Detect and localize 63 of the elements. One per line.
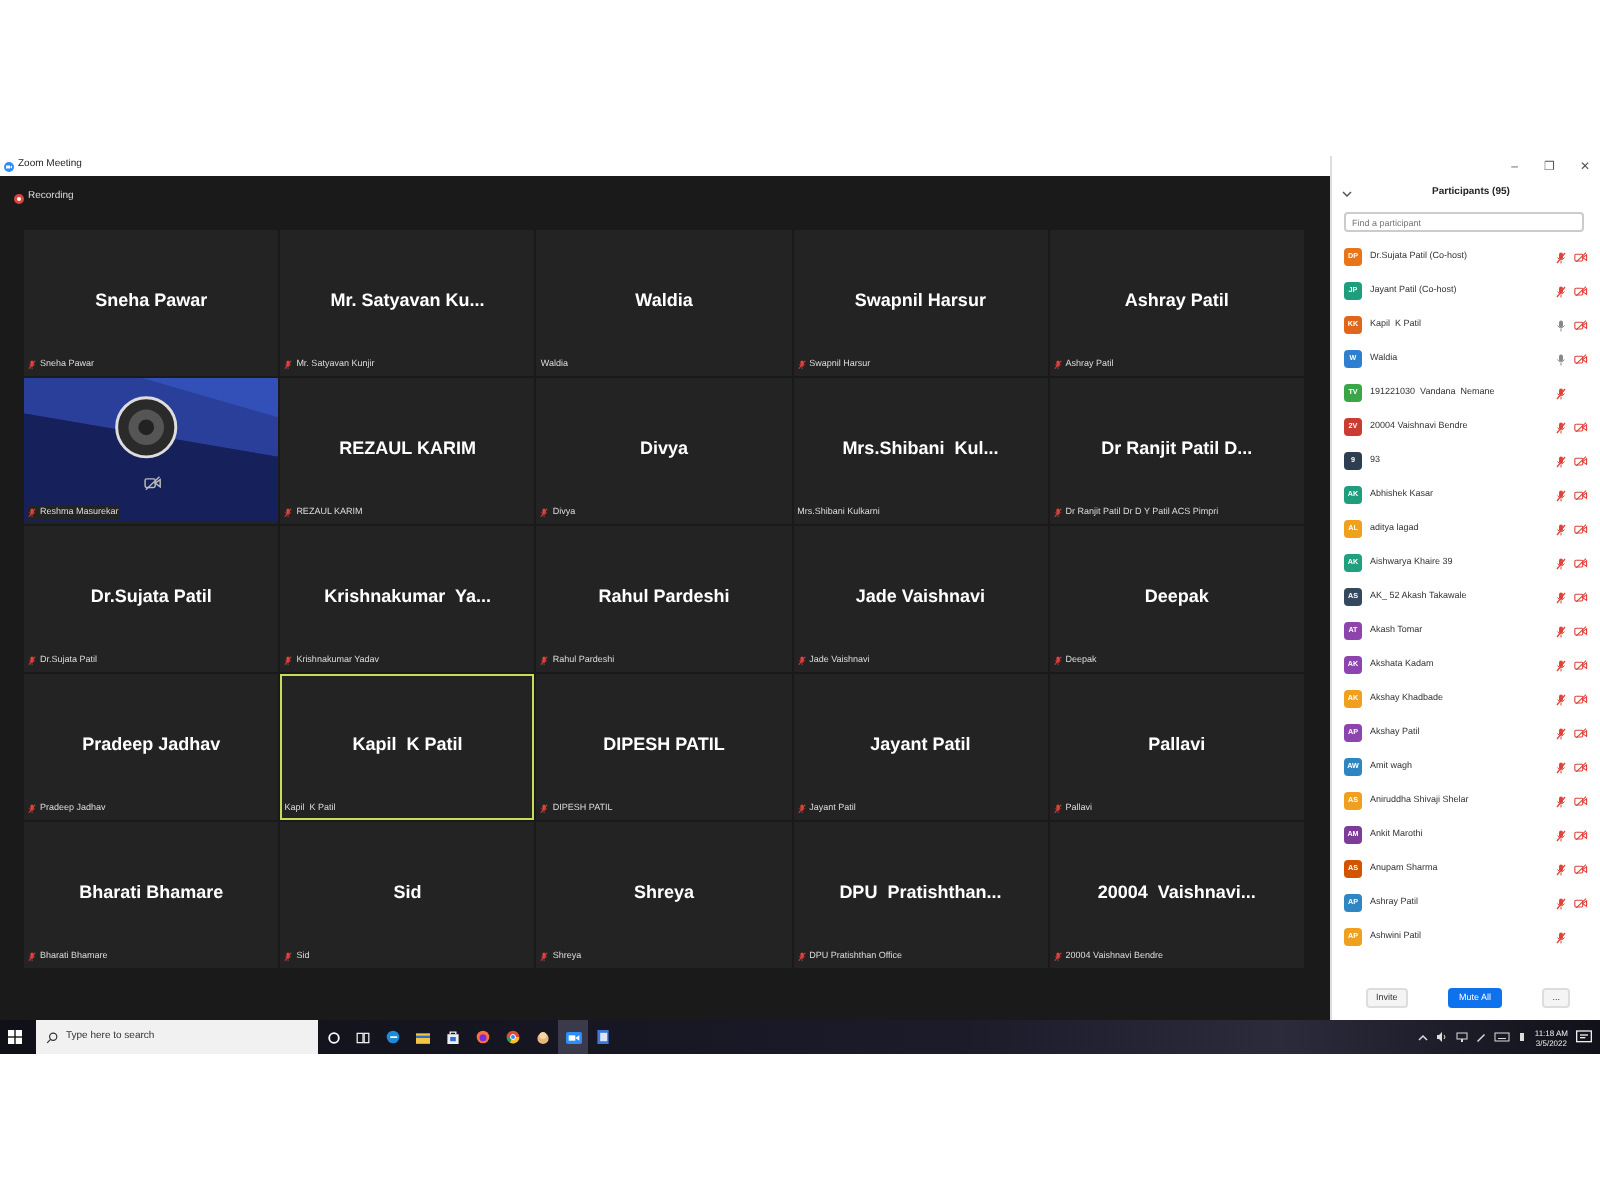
muted-mic-icon <box>28 656 36 667</box>
participant-name: Pallavi <box>1148 731 1206 758</box>
muted-mic-icon <box>1053 508 1062 519</box>
collapse-icon[interactable] <box>1342 190 1352 198</box>
muted-mic-icon <box>28 804 36 815</box>
muted-mic-icon <box>1053 952 1062 963</box>
participant-name: Jade Vaishnavi <box>855 583 985 610</box>
muted-mic-icon <box>540 804 549 815</box>
windows-start-icon[interactable] <box>8 1030 22 1044</box>
participant-name: Mr. Satyavan Ku... <box>330 287 485 314</box>
participant-name: Deepak <box>1144 583 1209 610</box>
participant-name: Mrs.Shibani Kul... <box>842 435 999 462</box>
keyboard-icon[interactable] <box>1494 1032 1511 1042</box>
document-icon[interactable] <box>596 1030 610 1044</box>
muted-mic-icon <box>28 360 36 371</box>
pen-icon[interactable] <box>1476 1032 1487 1042</box>
participant-name: Shreya <box>633 879 694 906</box>
muted-mic-icon <box>540 656 549 667</box>
muted-mic-icon <box>284 360 293 371</box>
store-bag-icon[interactable] <box>446 1030 460 1044</box>
muted-mic-icon <box>1053 656 1062 667</box>
participant-name: Pradeep Jadhav <box>82 731 221 758</box>
app-icon[interactable] <box>536 1030 550 1044</box>
search-icon <box>46 1031 58 1043</box>
recording-icon <box>14 193 24 203</box>
network-icon[interactable] <box>1456 1032 1469 1042</box>
muted-mic-icon <box>797 804 806 815</box>
participant-name: Rahul Pardeshi <box>598 583 730 610</box>
notification-icon[interactable] <box>1576 1030 1592 1044</box>
participant-name: Dr Ranjit Patil D... <box>1101 435 1253 462</box>
speaker-icon[interactable] <box>1436 1032 1449 1042</box>
video-camera-icon[interactable] <box>565 1031 581 1043</box>
muted-mic-icon <box>797 952 806 963</box>
participant-name: Dr.Sujata Patil <box>90 583 212 610</box>
muted-mic-icon <box>284 952 293 963</box>
participant-name: Waldia <box>635 287 693 314</box>
muted-mic-icon <box>797 656 806 667</box>
participant-name: DPU Pratishthan... <box>839 879 1002 906</box>
participant-name: Swapnil Harsur <box>854 287 986 314</box>
participant-name: Krishnakumar Ya... <box>324 583 491 610</box>
participant-name: Jayant Patil <box>870 731 971 758</box>
participant-name: Sid <box>393 879 422 906</box>
participant-name: 20004 Vaishnavi... <box>1097 879 1256 906</box>
muted-mic-icon <box>540 508 549 519</box>
participant-name: Sneha Pawar <box>95 287 208 314</box>
participant-name: DIPESH PATIL <box>603 731 725 758</box>
muted-mic-icon <box>284 508 293 519</box>
muted-mic-icon <box>28 508 36 519</box>
muted-mic-icon <box>1053 360 1062 371</box>
muted-mic-icon <box>284 656 293 667</box>
participant-name: Divya <box>639 435 688 462</box>
muted-mic-icon <box>1053 804 1062 815</box>
folder-icon[interactable] <box>416 1031 430 1043</box>
muted-mic-icon <box>540 952 549 963</box>
participant-name: Ashray Patil <box>1124 287 1229 314</box>
muted-mic-icon <box>797 360 806 371</box>
task-view-icon[interactable] <box>356 1031 370 1043</box>
participant-name: Bharati Bhamare <box>79 879 224 906</box>
browser-icon[interactable] <box>386 1030 400 1044</box>
participant-name: REZAUL KARIM <box>339 435 476 462</box>
caret-up-icon[interactable] <box>1418 1033 1429 1041</box>
muted-mic-icon <box>28 952 36 963</box>
participant-name: Kapil K Patil <box>352 731 463 758</box>
